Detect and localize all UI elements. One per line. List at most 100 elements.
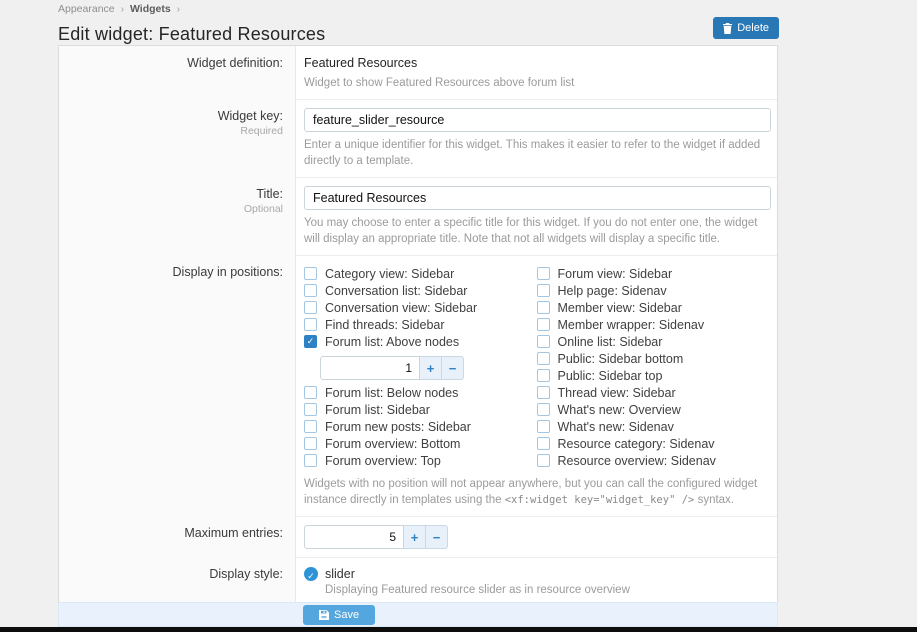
- checkbox-icon[interactable]: [304, 454, 317, 467]
- position-checkbox-label: Forum overview: Bottom: [325, 437, 460, 451]
- positions-right-column: Forum view: Sidebar Help page: Sidenav Mem…: [537, 267, 770, 471]
- floppy-disk-icon: [319, 610, 329, 620]
- position-checkbox-label: Conversation view: Sidebar: [325, 301, 477, 315]
- position-checkbox-label: Category view: Sidebar: [325, 267, 454, 281]
- checkbox-icon[interactable]: [537, 454, 550, 467]
- position-checkbox-row[interactable]: Member view: Sidebar: [537, 301, 770, 314]
- checkbox-icon[interactable]: [304, 386, 317, 399]
- checkbox-icon[interactable]: [304, 267, 317, 280]
- position-checkbox-row[interactable]: ✓ Forum list: Above nodes: [304, 335, 537, 348]
- radio-selected-icon[interactable]: ✓: [304, 567, 318, 581]
- position-checkbox-row[interactable]: Forum list: Below nodes: [304, 386, 537, 399]
- widget-key-label: Widget key:: [218, 109, 283, 123]
- position-checkbox-row[interactable]: Category view: Sidebar: [304, 267, 537, 280]
- position-checkbox-row[interactable]: Conversation list: Sidebar: [304, 284, 537, 297]
- position-checkbox-row[interactable]: Forum new posts: Sidebar: [304, 420, 537, 433]
- position-checkbox-row[interactable]: Help page: Sidenav: [537, 284, 770, 297]
- save-button-label: Save: [334, 609, 359, 621]
- widget-definition-label: Widget definition:: [59, 46, 296, 99]
- display-style-radio-row[interactable]: ✓slider: [304, 566, 769, 582]
- breadcrumb-separator: ›: [121, 3, 125, 15]
- checkbox-icon[interactable]: [304, 301, 317, 314]
- maximum-entries-row: Maximum entries: +−: [59, 516, 777, 557]
- checkbox-icon[interactable]: [537, 267, 550, 280]
- widget-key-explain: Enter a unique identifier for this widge…: [304, 137, 769, 169]
- widget-key-input[interactable]: [304, 108, 771, 132]
- maximum-entries-stepper: +−: [304, 525, 448, 549]
- position-counter: +−: [320, 356, 464, 380]
- breadcrumb-widgets[interactable]: Widgets: [130, 3, 171, 15]
- widget-definition-value: Featured Resources: [304, 54, 769, 70]
- position-checkbox-row[interactable]: Online list: Sidebar: [537, 335, 770, 348]
- position-checkbox-label: Conversation list: Sidebar: [325, 284, 467, 298]
- checkbox-icon[interactable]: [304, 318, 317, 331]
- save-button[interactable]: Save: [303, 605, 375, 625]
- position-checkbox-row[interactable]: Forum overview: Top: [304, 454, 537, 467]
- position-counter-input[interactable]: [320, 356, 420, 380]
- position-checkbox-row[interactable]: Forum view: Sidebar: [537, 267, 770, 280]
- page-header: Appearance › Widgets › Edit widget: Feat…: [0, 0, 917, 45]
- checkbox-icon[interactable]: [537, 386, 550, 399]
- position-checkbox-row[interactable]: Member wrapper: Sidenav: [537, 318, 770, 331]
- position-checkbox-label: Forum list: Above nodes: [325, 335, 459, 349]
- checkbox-icon[interactable]: [537, 369, 550, 382]
- position-checkbox-row[interactable]: Conversation view: Sidebar: [304, 301, 537, 314]
- position-checkbox-row[interactable]: Find threads: Sidebar: [304, 318, 537, 331]
- checkbox-icon[interactable]: [537, 318, 550, 331]
- position-checkbox-label: Public: Sidebar bottom: [558, 352, 684, 366]
- delete-button[interactable]: Delete: [713, 17, 779, 39]
- maximum-entries-stepper-input[interactable]: [304, 525, 404, 549]
- position-checkbox-label: Resource overview: Sidenav: [558, 454, 716, 468]
- checkbox-icon[interactable]: [537, 437, 550, 450]
- breadcrumb-separator: ›: [177, 3, 181, 15]
- checkbox-icon[interactable]: [304, 420, 317, 433]
- position-checkbox-label: What's new: Sidenav: [558, 420, 674, 434]
- positions-left-column: Category view: Sidebar Conversation list:…: [304, 267, 537, 471]
- checkbox-icon[interactable]: [304, 403, 317, 416]
- checkbox-icon[interactable]: [537, 335, 550, 348]
- position-checkbox-label: Find threads: Sidebar: [325, 318, 445, 332]
- checkbox-checked-icon[interactable]: ✓: [304, 335, 317, 348]
- display-style-option-desc: Displaying Featured resource slider as i…: [325, 583, 769, 597]
- checkbox-icon[interactable]: [304, 437, 317, 450]
- checkbox-icon[interactable]: [537, 403, 550, 416]
- position-checkbox-label: Forum new posts: Sidebar: [325, 420, 471, 434]
- edit-widget-form: Widget definition: Featured Resources Wi…: [58, 45, 778, 632]
- delete-button-label: Delete: [737, 22, 769, 34]
- breadcrumb-appearance[interactable]: Appearance: [58, 3, 115, 15]
- position-checkbox-label: Forum list: Below nodes: [325, 386, 458, 400]
- checkbox-icon[interactable]: [537, 284, 550, 297]
- position-checkbox-row[interactable]: Public: Sidebar top: [537, 369, 770, 382]
- position-checkbox-row[interactable]: Forum overview: Bottom: [304, 437, 537, 450]
- widget-key-row: Widget key: Required Enter a unique iden…: [59, 99, 777, 177]
- position-checkbox-row[interactable]: Thread view: Sidebar: [537, 386, 770, 399]
- checkbox-icon[interactable]: [537, 352, 550, 365]
- maximum-entries-label: Maximum entries:: [59, 516, 296, 557]
- position-checkbox-label: Public: Sidebar top: [558, 369, 663, 383]
- breadcrumb: Appearance › Widgets ›: [58, 3, 917, 17]
- increase-button[interactable]: +: [404, 525, 426, 549]
- position-checkbox-row[interactable]: What's new: Sidenav: [537, 420, 770, 433]
- position-checkbox-row[interactable]: Resource overview: Sidenav: [537, 454, 770, 467]
- checkbox-icon[interactable]: [304, 284, 317, 297]
- position-checkbox-row[interactable]: Resource category: Sidenav: [537, 437, 770, 450]
- display-positions-row: Display in positions: Category view: Sid…: [59, 255, 777, 516]
- widget-definition-explain: Widget to show Featured Resources above …: [304, 75, 769, 91]
- title-optional-hint: Optional: [59, 203, 283, 215]
- position-checkbox-row[interactable]: Public: Sidebar bottom: [537, 352, 770, 365]
- decrease-button[interactable]: −: [442, 356, 464, 380]
- increase-button[interactable]: +: [420, 356, 442, 380]
- checkbox-icon[interactable]: [537, 420, 550, 433]
- decrease-button[interactable]: −: [426, 525, 448, 549]
- bottom-black-bar: [0, 627, 917, 632]
- position-checkbox-label: Member view: Sidebar: [558, 301, 682, 315]
- position-checkbox-label: Forum list: Sidebar: [325, 403, 430, 417]
- position-checkbox-label: Help page: Sidenav: [558, 284, 667, 298]
- position-checkbox-row[interactable]: Forum list: Sidebar: [304, 403, 537, 416]
- widget-definition-row: Widget definition: Featured Resources Wi…: [59, 46, 777, 99]
- position-checkbox-row[interactable]: What's new: Overview: [537, 403, 770, 416]
- title-input[interactable]: [304, 186, 771, 210]
- checkbox-icon[interactable]: [537, 301, 550, 314]
- page-title: Edit widget: Featured Resources: [58, 24, 917, 45]
- position-checkbox-label: Thread view: Sidebar: [558, 386, 676, 400]
